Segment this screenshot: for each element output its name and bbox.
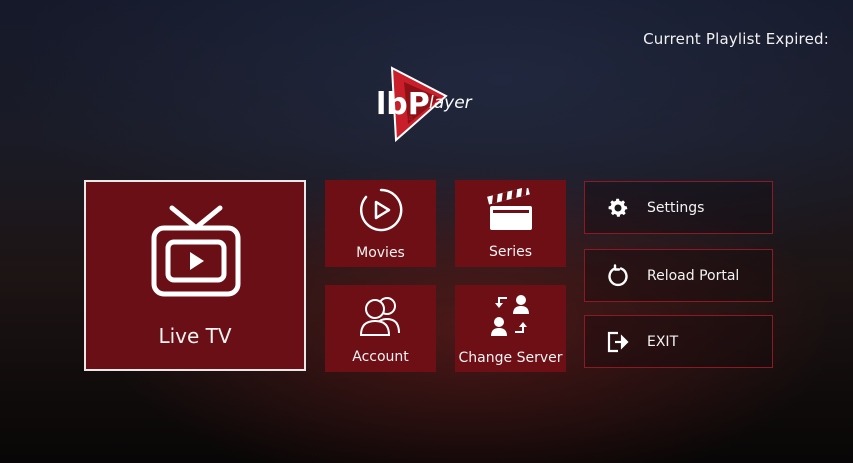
account-label: Account [352,348,409,365]
live-tv-label: Live TV [158,323,232,348]
settings-label: Settings [647,199,705,216]
users-icon [357,293,405,341]
app-logo: lbP layer PRO [374,62,484,144]
clapperboard-icon [486,186,535,236]
svg-text:layer: layer [429,93,473,113]
exit-label: EXIT [647,333,679,350]
reload-icon [605,263,631,289]
settings-button[interactable]: Settings [584,181,773,234]
live-tv-tile[interactable]: Live TV [84,180,306,371]
reload-portal-button[interactable]: Reload Portal [584,249,773,302]
movies-label: Movies [356,244,405,261]
swap-users-icon [487,292,535,342]
series-tile[interactable]: Series [455,180,566,267]
movies-tile[interactable]: Movies [325,180,436,267]
play-circle-icon [358,187,404,237]
series-label: Series [488,243,533,260]
gear-icon [605,195,631,221]
exit-icon [605,329,631,355]
account-tile[interactable]: Account [325,285,436,372]
exit-button[interactable]: EXIT [584,315,773,368]
tv-icon [148,204,242,302]
playlist-status: Current Playlist Expired: [643,30,829,48]
change-server-label: Change Server [458,349,563,366]
reload-portal-label: Reload Portal [647,267,740,284]
svg-text:PRO: PRO [402,116,412,122]
change-server-tile[interactable]: Change Server [455,285,566,372]
